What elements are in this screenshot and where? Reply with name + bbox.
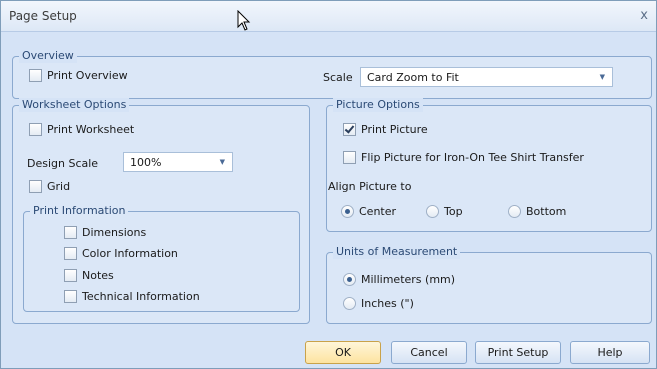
notes-label: Notes [82, 269, 114, 282]
technical-information-label: Technical Information [82, 290, 200, 303]
print-worksheet-label: Print Worksheet [47, 123, 135, 136]
units-group: Units of Measurement Millimeters (mm) In… [326, 245, 652, 324]
dimensions-label: Dimensions [82, 226, 147, 239]
inches-circle[interactable] [343, 297, 356, 310]
align-bottom-circle[interactable] [508, 205, 521, 218]
units-title: Units of Measurement [333, 245, 461, 259]
design-scale-dropdown[interactable]: 100% ▼ [123, 152, 233, 172]
close-icon[interactable]: x [640, 8, 648, 23]
print-worksheet-box[interactable] [29, 123, 42, 136]
worksheet-options-title: Worksheet Options [19, 98, 130, 112]
color-information-label: Color Information [82, 247, 178, 260]
print-setup-button[interactable]: Print Setup [475, 341, 561, 364]
grid-checkbox[interactable]: Grid [29, 180, 70, 193]
align-center-circle[interactable] [341, 205, 354, 218]
scale-label: Scale [323, 71, 353, 84]
notes-checkbox[interactable]: Notes [64, 269, 114, 282]
design-scale-label: Design Scale [27, 157, 99, 170]
worksheet-options-group: Worksheet Options Print Worksheet Design… [12, 98, 310, 324]
dimensions-box[interactable] [64, 226, 77, 239]
dimensions-checkbox[interactable]: Dimensions [64, 226, 146, 239]
title-bar[interactable]: Page Setup x [1, 1, 656, 32]
print-picture-checkbox[interactable]: Print Picture [343, 123, 428, 136]
notes-box[interactable] [64, 269, 77, 282]
color-information-box[interactable] [64, 247, 77, 260]
print-picture-label: Print Picture [361, 123, 428, 136]
help-button[interactable]: Help [570, 341, 650, 364]
millimeters-circle[interactable] [343, 273, 356, 286]
picture-options-title: Picture Options [333, 98, 423, 112]
design-scale-value: 100% [130, 156, 162, 169]
window-title: Page Setup [9, 9, 77, 23]
align-bottom-label: Bottom [526, 205, 567, 218]
flip-picture-checkbox[interactable]: Flip Picture for Iron-On Tee Shirt Trans… [343, 151, 584, 164]
flip-picture-label: Flip Picture for Iron-On Tee Shirt Trans… [361, 151, 584, 164]
print-overview-checkbox[interactable]: Print Overview [29, 69, 128, 82]
print-picture-box[interactable] [343, 123, 356, 136]
chevron-down-icon: ▼ [219, 158, 225, 166]
align-top-radio[interactable]: Top [426, 205, 463, 218]
color-information-checkbox[interactable]: Color Information [64, 247, 178, 260]
align-bottom-radio[interactable]: Bottom [508, 205, 566, 218]
grid-box[interactable] [29, 180, 42, 193]
chevron-down-icon: ▼ [599, 73, 605, 81]
millimeters-label: Millimeters (mm) [361, 273, 456, 286]
technical-information-box[interactable] [64, 290, 77, 303]
overview-group-title: Overview [19, 49, 77, 63]
align-center-label: Center [359, 205, 397, 218]
flip-picture-box[interactable] [343, 151, 356, 164]
technical-information-checkbox[interactable]: Technical Information [64, 290, 200, 303]
align-center-radio[interactable]: Center [341, 205, 396, 218]
print-information-group: Print Information Dimensions Color Infor… [23, 204, 300, 312]
page-setup-dialog: Page Setup x Overview Print Overview Sca… [0, 0, 657, 369]
millimeters-radio[interactable]: Millimeters (mm) [343, 273, 455, 286]
align-picture-label: Align Picture to [328, 180, 412, 193]
align-top-label: Top [444, 205, 463, 218]
print-worksheet-checkbox[interactable]: Print Worksheet [29, 123, 134, 136]
print-overview-label: Print Overview [47, 69, 128, 82]
overview-group: Overview Print Overview Scale Card Zoom … [12, 49, 652, 99]
picture-options-group: Picture Options Print Picture Flip Pictu… [326, 98, 652, 232]
ok-button[interactable]: OK [305, 341, 381, 364]
align-top-circle[interactable] [426, 205, 439, 218]
print-overview-box[interactable] [29, 69, 42, 82]
mouse-pointer-icon [237, 10, 251, 31]
inches-radio[interactable]: Inches (") [343, 297, 414, 310]
scale-value: Card Zoom to Fit [367, 71, 459, 84]
print-information-title: Print Information [30, 204, 129, 218]
inches-label: Inches (") [361, 297, 414, 310]
cancel-button[interactable]: Cancel [391, 341, 467, 364]
scale-dropdown[interactable]: Card Zoom to Fit ▼ [360, 67, 613, 87]
grid-label: Grid [47, 180, 71, 193]
